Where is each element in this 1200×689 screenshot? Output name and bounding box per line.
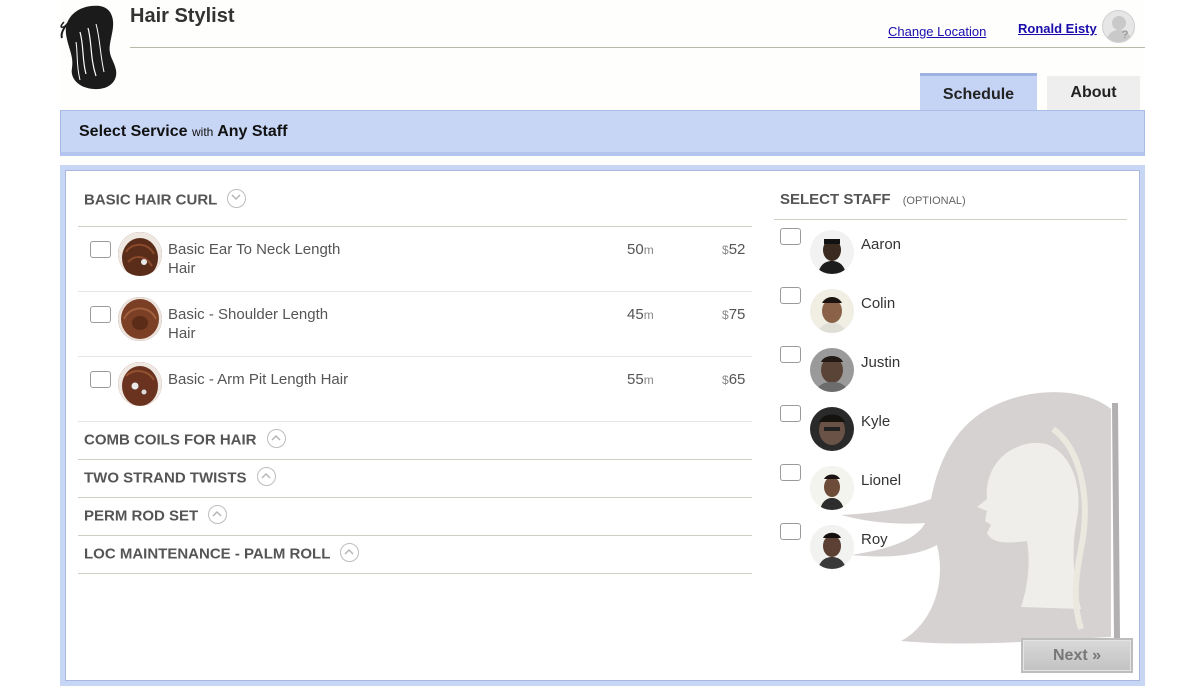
category-name: BASIC HAIR CURL (84, 191, 218, 209)
category-header-perm-rod-set[interactable]: PERM ROD SET (78, 498, 752, 536)
price-currency: $ (722, 373, 729, 387)
staff-avatar (810, 348, 854, 392)
service-name: Basic - Arm Pit Length Hair (168, 371, 349, 388)
category-name: COMB COILS FOR HAIR (84, 431, 257, 449)
service-checkbox[interactable] (90, 241, 111, 258)
user-name-link[interactable]: Ronald Eisty (1018, 21, 1097, 36)
page: Hair Stylist Change Location Ronald Eist… (60, 0, 1145, 689)
staff-item-justin[interactable]: Justin (774, 338, 1127, 397)
staff-avatar (810, 289, 854, 333)
staff-avatar (810, 466, 854, 510)
staff-name: Colin (861, 295, 896, 312)
staff-checkbox[interactable] (780, 228, 801, 245)
staff-name: Kyle (861, 413, 891, 430)
staff-checkbox[interactable] (780, 523, 801, 540)
service-name: Basic - Shoulder Length Hair (168, 306, 329, 342)
svg-text:?: ? (1122, 29, 1128, 41)
staff-name: Lionel (861, 472, 902, 489)
tab-schedule[interactable]: Schedule (920, 73, 1037, 111)
category-header-loc-maintenance[interactable]: LOC MAINTENANCE - PALM ROLL (78, 536, 752, 574)
staff-item-kyle[interactable]: Kyle (774, 397, 1127, 456)
staff-item-aaron[interactable]: Aaron (774, 220, 1127, 279)
category-name: PERM ROD SET (84, 507, 199, 525)
duration-unit: m (643, 243, 654, 257)
price-value: 65 (728, 371, 746, 388)
staff-optional-label: (OPTIONAL) (902, 195, 966, 207)
staff-item-lionel[interactable]: Lionel (774, 456, 1127, 515)
category-name: LOC MAINTENANCE - PALM ROLL (84, 545, 331, 563)
chevron-up-icon[interactable] (340, 543, 360, 562)
service-price: $65 (722, 371, 745, 388)
staff-item-colin[interactable]: Colin (774, 279, 1127, 338)
service-duration: 45m (627, 306, 654, 323)
main-panel: BASIC HAIR CURL Basic Ear To Neck Length… (60, 165, 1145, 686)
price-value: 75 (728, 306, 746, 323)
staff-avatar (810, 407, 854, 451)
duration-unit: m (643, 308, 654, 322)
service-price: $52 (722, 241, 745, 258)
staff-name: Justin (861, 354, 901, 371)
staff-title: SELECT STAFF (780, 191, 891, 208)
staff-section: SELECT STAFF (OPTIONAL) Aaron Colin Just… (774, 185, 1127, 675)
service-duration: 55m (627, 371, 654, 388)
service-bar-prefix: Select Service (79, 123, 188, 140)
service-name: Basic Ear To Neck Length Hair (168, 241, 341, 277)
category-header-two-strand-twists[interactable]: TWO STRAND TWISTS (78, 460, 752, 498)
staff-checkbox[interactable] (780, 287, 801, 304)
service-price: $75 (722, 306, 745, 323)
service-row[interactable]: Basic Ear To Neck Length Hair 50m $52 (78, 227, 752, 292)
chevron-down-icon[interactable] (227, 189, 247, 208)
staff-header: SELECT STAFF (OPTIONAL) (774, 185, 1127, 220)
price-currency: $ (722, 308, 729, 322)
price-currency: $ (722, 243, 729, 257)
tab-about[interactable]: About (1047, 76, 1140, 112)
service-bar-staff: Any Staff (217, 123, 288, 140)
service-duration: 50m (627, 241, 654, 258)
main-inner: BASIC HAIR CURL Basic Ear To Neck Length… (65, 170, 1140, 681)
duration-value: 45 (627, 306, 644, 323)
service-row[interactable]: Basic - Shoulder Length Hair 45m $75 (78, 292, 752, 357)
service-thumbnail (118, 362, 162, 406)
staff-checkbox[interactable] (780, 464, 801, 481)
logo (60, 2, 122, 90)
staff-name: Roy (861, 531, 888, 548)
staff-avatar (810, 230, 854, 274)
chevron-up-icon[interactable] (256, 467, 276, 486)
category-header-comb-coils[interactable]: COMB COILS FOR HAIR (78, 422, 752, 460)
service-checkbox[interactable] (90, 306, 111, 323)
services-list: BASIC HAIR CURL Basic Ear To Neck Length… (78, 185, 752, 574)
user-avatar[interactable]: ? (1102, 10, 1135, 43)
category-name: TWO STRAND TWISTS (84, 469, 247, 487)
next-button[interactable]: Next » (1021, 638, 1133, 673)
change-location-link[interactable]: Change Location (888, 24, 986, 39)
staff-item-roy[interactable]: Roy (774, 515, 1127, 574)
header-divider (130, 47, 1145, 48)
service-row[interactable]: Basic - Arm Pit Length Hair 55m $65 (78, 357, 752, 422)
staff-name: Aaron (861, 236, 902, 253)
hair-logo-icon (60, 5, 117, 90)
service-checkbox[interactable] (90, 371, 111, 388)
duration-value: 50 (627, 241, 644, 258)
chevron-up-icon[interactable] (266, 429, 286, 448)
duration-unit: m (643, 373, 654, 387)
service-bar: Select Service with Any Staff (60, 110, 1145, 156)
staff-checkbox[interactable] (780, 405, 801, 422)
staff-checkbox[interactable] (780, 346, 801, 363)
duration-value: 55 (627, 371, 644, 388)
price-value: 52 (728, 241, 746, 258)
chevron-up-icon[interactable] (208, 505, 228, 524)
staff-avatar (810, 525, 854, 569)
service-bar-connector: with (191, 125, 214, 139)
user-placeholder-icon: ? (1106, 16, 1133, 42)
service-thumbnail (118, 297, 162, 341)
service-thumbnail (118, 232, 162, 276)
category-header-basic-hair-curl[interactable]: BASIC HAIR CURL (78, 185, 752, 227)
app-title: Hair Stylist (130, 5, 235, 27)
